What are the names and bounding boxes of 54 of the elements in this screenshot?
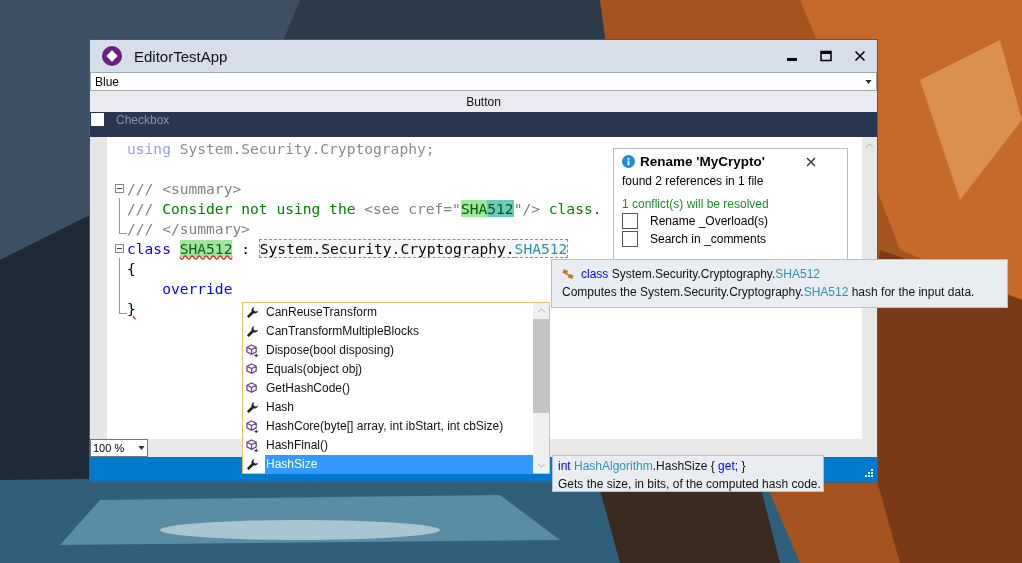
code-line: class SHA512 : System.Security.Cryptography.SHA512 bbox=[127, 239, 569, 257]
completion-item[interactable]: Hash bbox=[265, 398, 533, 417]
button[interactable]: Button bbox=[90, 91, 877, 112]
wrench-icon bbox=[246, 401, 259, 414]
option-label: Rename _Overload(s) bbox=[650, 214, 769, 228]
completion-item[interactable]: HashCore(byte[] array, int ibStart, int cbSize) bbox=[265, 417, 533, 436]
cube-icon bbox=[246, 363, 259, 376]
class-icon bbox=[562, 267, 575, 281]
option-checkbox[interactable] bbox=[622, 213, 638, 229]
code-line: } bbox=[127, 299, 136, 317]
option-label: Search in _comments bbox=[650, 232, 767, 246]
checkbox-label: Checkbox bbox=[116, 112, 170, 128]
code-line: override bbox=[161, 279, 233, 297]
completion-item[interactable]: CanTransformMultipleBlocks bbox=[265, 322, 533, 341]
cube-star-icon bbox=[246, 420, 259, 433]
collapse-icon[interactable] bbox=[115, 243, 124, 253]
maximize-icon bbox=[820, 50, 832, 62]
caret-icon bbox=[865, 79, 872, 84]
code-line: using System.Security.Cryptography; bbox=[127, 139, 435, 157]
code-line: /// <summary> bbox=[127, 179, 242, 197]
tooltip-description: Computes the System.Security.Cryptography.SHA512 hash for the input data. bbox=[562, 284, 976, 301]
tooltip-signature: class System.Security.Cryptography.SHA512 bbox=[581, 267, 820, 281]
rename-title: Rename 'MyCrypto' bbox=[640, 154, 765, 169]
completion-item[interactable]: Equals(object obj) bbox=[265, 360, 533, 379]
completion-item[interactable]: CanReuseTransform bbox=[265, 303, 533, 322]
conflicts-message: 1 conflict(s) will be resolved bbox=[622, 197, 770, 211]
close-icon[interactable] bbox=[805, 156, 816, 167]
option-checkbox[interactable] bbox=[622, 231, 638, 247]
caret-icon bbox=[138, 446, 145, 450]
app-logo-icon bbox=[102, 46, 122, 66]
window-title: EditorTestApp bbox=[134, 47, 228, 65]
zoom-dropdown[interactable]: 100 % bbox=[90, 439, 148, 457]
cube-icon bbox=[246, 382, 259, 395]
wrench-icon bbox=[246, 306, 259, 319]
code-line: { bbox=[127, 259, 136, 277]
collapse-icon[interactable] bbox=[115, 183, 124, 193]
completion-item[interactable]: HashFinal() bbox=[265, 436, 533, 455]
resize-grip-icon[interactable] bbox=[863, 469, 873, 479]
completion-item[interactable]: Dispose(bool disposing) bbox=[265, 341, 533, 360]
code-line: /// Consider not using the <see cref="SHA512"/> class. bbox=[127, 199, 602, 217]
completion-item[interactable]: GetHashCode() bbox=[265, 379, 533, 398]
references-summary: found 2 references in 1 file bbox=[622, 174, 765, 188]
minimize-icon bbox=[787, 58, 797, 61]
tooltip-description: Gets the size, in bits, of the computed hash code. bbox=[558, 476, 818, 493]
close-icon bbox=[854, 50, 866, 62]
wrench-icon bbox=[246, 325, 259, 338]
info-icon bbox=[622, 155, 635, 168]
tooltip-signature: int HashAlgorithm.HashSize { get; } bbox=[558, 458, 747, 475]
cube-star-icon bbox=[246, 344, 259, 357]
cube-star-icon bbox=[246, 439, 259, 452]
checkbox[interactable] bbox=[91, 113, 104, 126]
code-line: /// </summary> bbox=[127, 219, 250, 237]
wrench-icon bbox=[246, 458, 259, 471]
color-dropdown[interactable]: Blue bbox=[90, 72, 877, 91]
